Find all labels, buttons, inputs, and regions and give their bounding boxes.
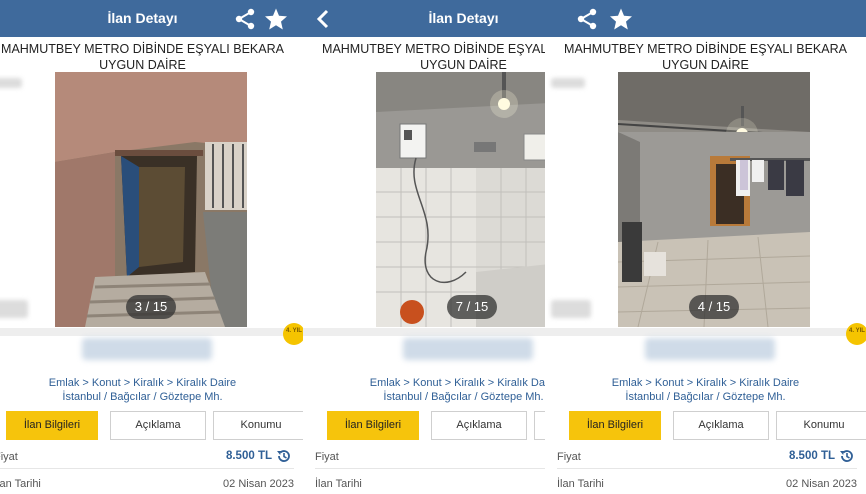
badge-text: 4. YIL bbox=[286, 328, 302, 334]
share-icon[interactable] bbox=[233, 7, 257, 36]
header-title: İlan Detayı bbox=[428, 10, 499, 26]
badge-text: 4. YIL bbox=[849, 328, 865, 334]
location-link[interactable]: İstanbul / Bağcılar / Göztepe Mh. bbox=[303, 391, 545, 403]
date-value: 02 Nisan 2023 bbox=[786, 478, 857, 490]
star-icon[interactable] bbox=[609, 7, 633, 36]
blurred-text bbox=[551, 300, 591, 318]
tab-aciklama[interactable]: Açıklama bbox=[673, 411, 769, 440]
tab-aciklama[interactable]: Açıklama bbox=[110, 411, 206, 440]
divider bbox=[545, 328, 866, 336]
breadcrumb[interactable]: Emlak > Konut > Kiralık > Kiralık Daire bbox=[0, 376, 303, 391]
app-header: İlan Detayı bbox=[0, 0, 303, 37]
tab-konumu[interactable]: Konumu bbox=[213, 411, 303, 440]
screenshot-panel-2: İlan Detayı MAHMUTBEY METRO DİBİNDE EŞYA… bbox=[303, 0, 545, 494]
screenshot-panel-3: MAHMUTBEY METRO DİBİNDE EŞYALI BEKARA UY… bbox=[545, 0, 866, 494]
date-label: İlan Tarihi bbox=[557, 478, 604, 490]
membership-badge: 4. YIL bbox=[846, 323, 866, 345]
listing-title: MAHMUTBEY METRO DİBİNDE EŞYALI BEKARA UY… bbox=[322, 42, 545, 72]
price-row: Fiyat bbox=[315, 443, 545, 469]
breadcrumb[interactable]: Emlak > Konut > Kiralık > Kiralık Daire bbox=[545, 376, 866, 391]
listing-photo[interactable] bbox=[618, 72, 810, 327]
tab-ilan-bilgileri[interactable]: İlan Bilgileri bbox=[327, 411, 419, 440]
date-row: İlan Tarihi 02 Nisan 2023 bbox=[557, 470, 857, 494]
tab-ilan-bilgileri[interactable]: İlan Bilgileri bbox=[6, 411, 98, 440]
price-label: Fiyat bbox=[557, 451, 581, 463]
blurred-text bbox=[0, 300, 28, 318]
date-label: İlan Tarihi bbox=[0, 478, 41, 490]
price-value: 8.500 TL bbox=[225, 450, 272, 462]
price-label: Fiyat bbox=[315, 451, 339, 463]
price-history-icon[interactable] bbox=[276, 448, 292, 467]
blurred-seller-name bbox=[82, 338, 212, 360]
blurred-text bbox=[0, 78, 22, 88]
app-header: İlan Detayı bbox=[303, 0, 545, 37]
price-row: Fiyat 8.500 TL bbox=[0, 443, 294, 469]
blurred-seller-name bbox=[645, 338, 775, 360]
price-label: Fiyat bbox=[0, 451, 18, 463]
app-header bbox=[545, 0, 866, 37]
listing-title: MAHMUTBEY METRO DİBİNDE EŞYALI BEKARA UY… bbox=[564, 42, 847, 72]
price-value: 8.500 TL bbox=[788, 450, 835, 462]
header-title: İlan Detayı bbox=[107, 10, 178, 26]
location-link[interactable]: İstanbul / Bağcılar / Göztepe Mh. bbox=[0, 391, 303, 403]
tab-konumu[interactable]: Konumu bbox=[534, 411, 545, 440]
date-label: İlan Tarihi bbox=[315, 478, 362, 490]
blurred-seller-name bbox=[403, 338, 533, 360]
listing-title: MAHMUTBEY METRO DİBİNDE EŞYALI BEKARA UY… bbox=[1, 42, 284, 72]
screenshot-panel-1: İlan Detayı MAHMUTBEY METRO DİBİNDE EŞYA… bbox=[0, 0, 303, 494]
divider bbox=[303, 328, 545, 336]
tab-aciklama[interactable]: Açıklama bbox=[431, 411, 527, 440]
tab-konumu[interactable]: Konumu bbox=[776, 411, 866, 440]
photo-counter: 7 / 15 bbox=[447, 295, 497, 319]
photo-counter: 3 / 15 bbox=[126, 295, 176, 319]
listing-photo[interactable] bbox=[376, 72, 545, 327]
price-history-icon[interactable] bbox=[839, 448, 855, 467]
date-row: İlan Tarihi bbox=[315, 470, 545, 494]
divider bbox=[0, 328, 303, 336]
photo-counter: 4 / 15 bbox=[689, 295, 739, 319]
membership-badge: 4. YIL bbox=[283, 323, 303, 345]
location-link[interactable]: İstanbul / Bağcılar / Göztepe Mh. bbox=[545, 391, 866, 403]
price-row: Fiyat 8.500 TL bbox=[557, 443, 857, 469]
star-icon[interactable] bbox=[264, 7, 288, 36]
breadcrumb[interactable]: Emlak > Konut > Kiralık > Kiralık Daire bbox=[303, 376, 545, 391]
date-row: İlan Tarihi 02 Nisan 2023 bbox=[0, 470, 294, 494]
blurred-text bbox=[551, 78, 585, 88]
share-icon[interactable] bbox=[575, 7, 599, 36]
tab-ilan-bilgileri[interactable]: İlan Bilgileri bbox=[569, 411, 661, 440]
listing-photo[interactable] bbox=[55, 72, 247, 327]
date-value: 02 Nisan 2023 bbox=[223, 478, 294, 490]
